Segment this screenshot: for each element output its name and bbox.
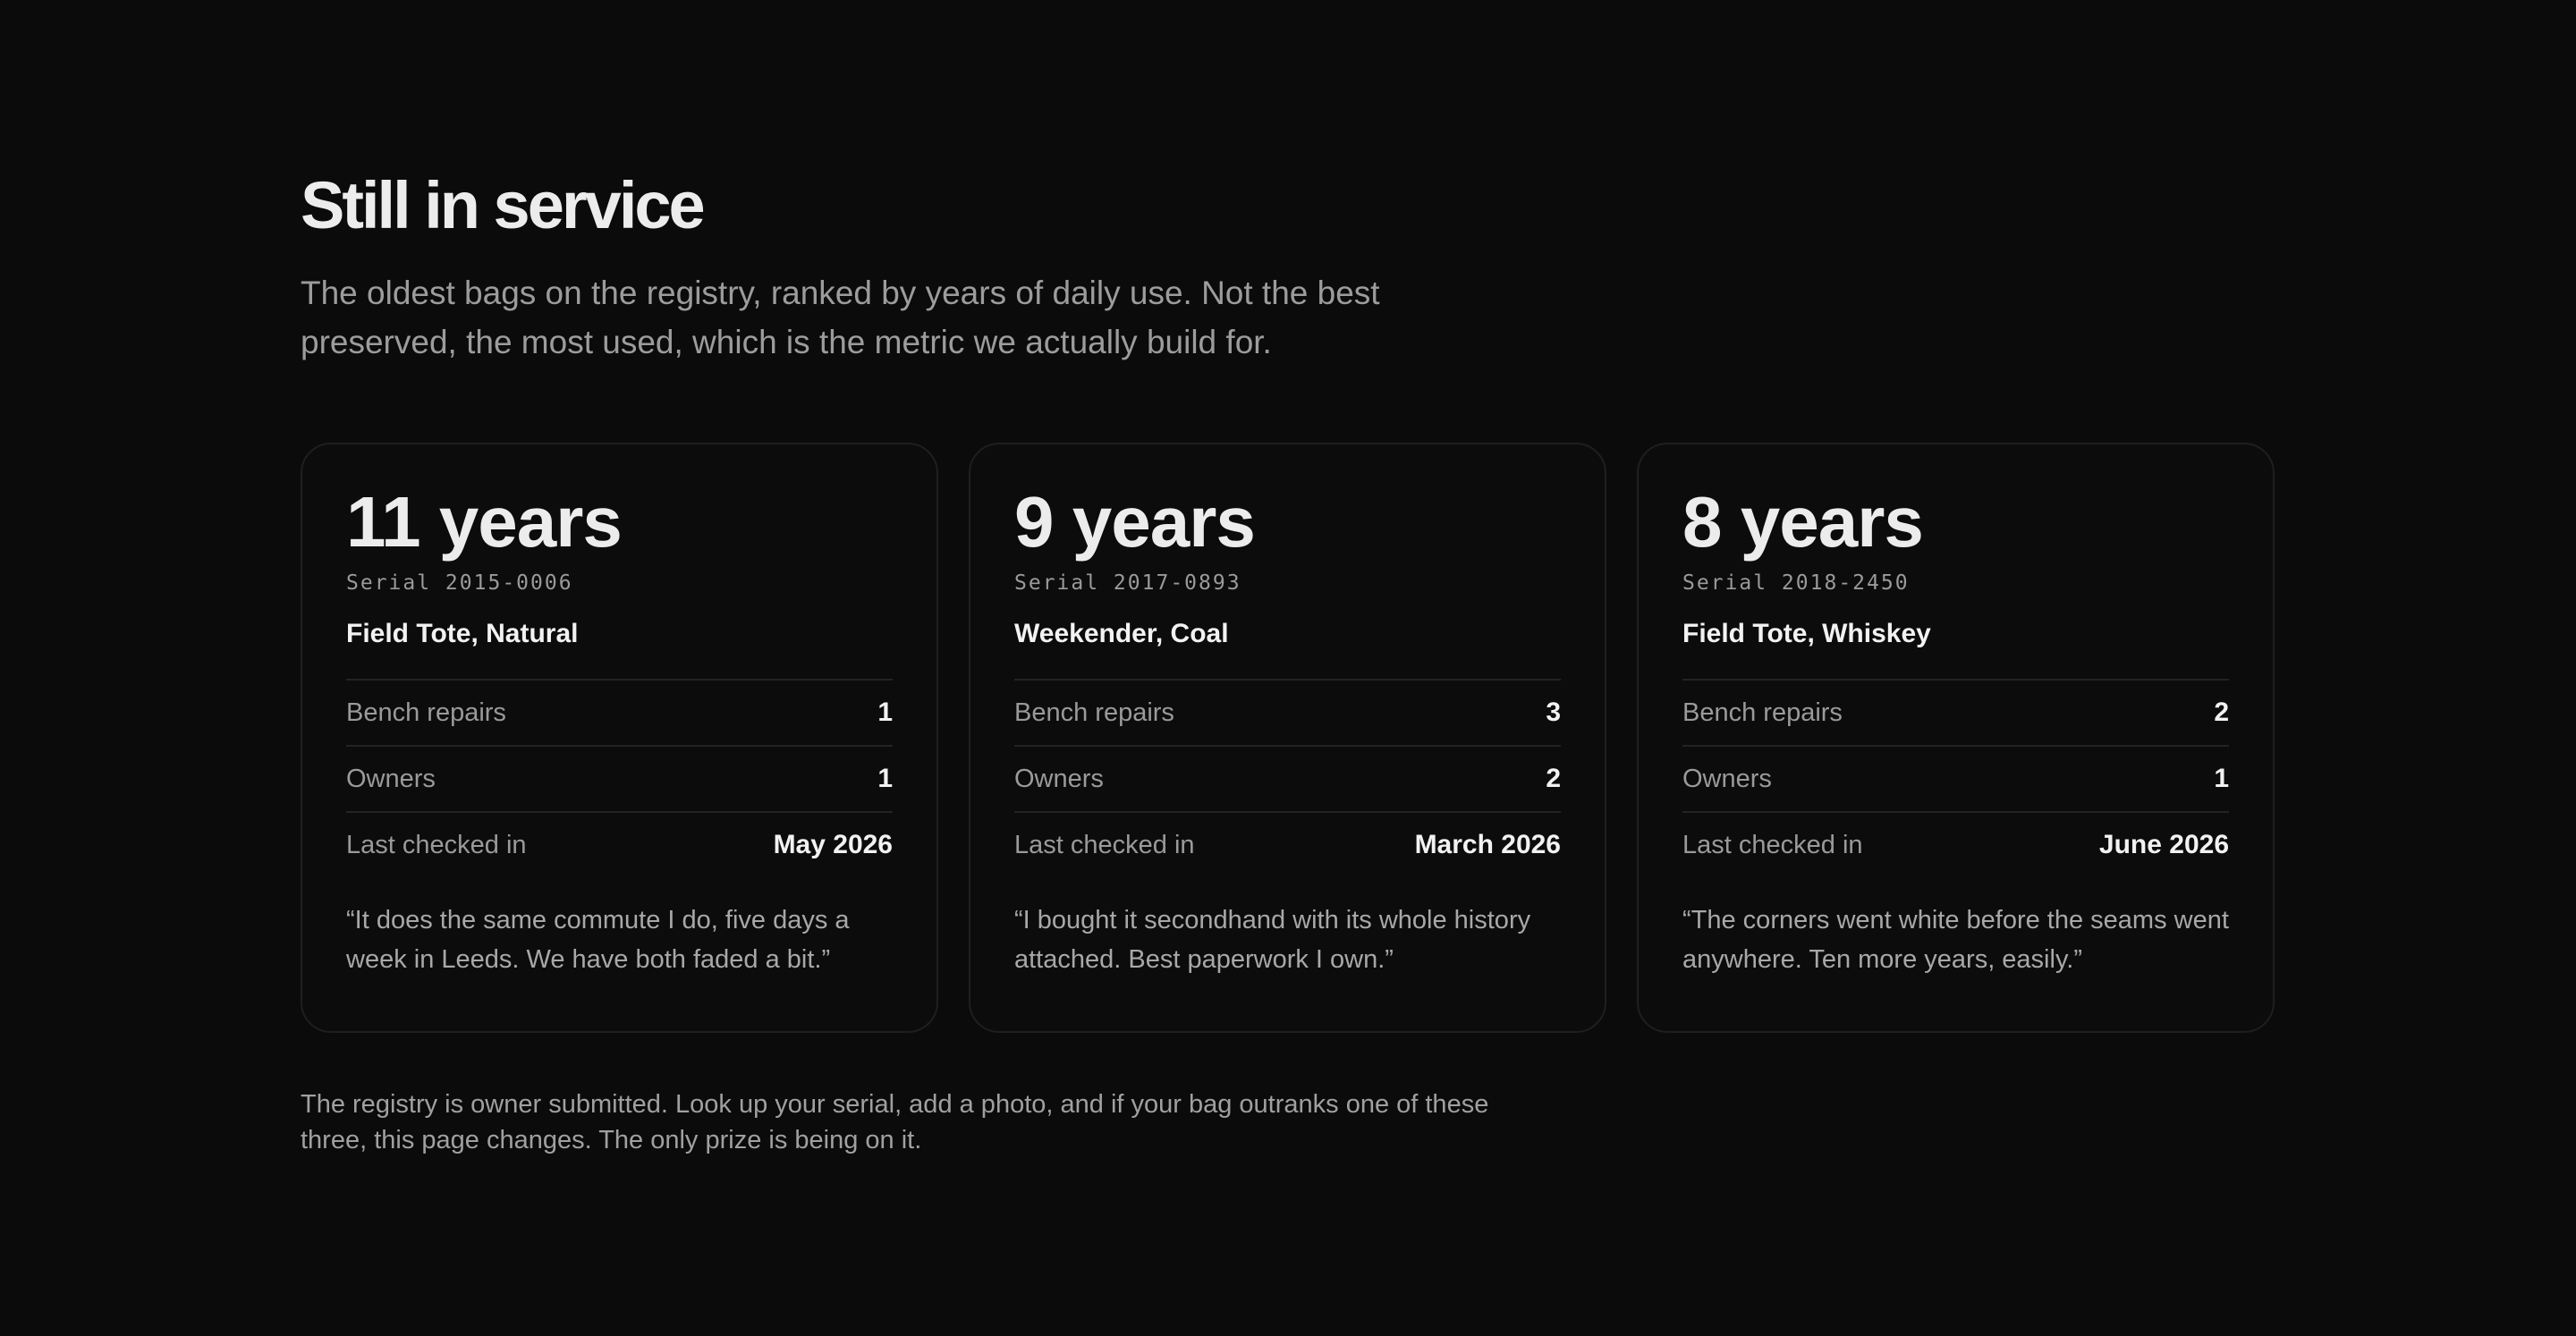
bag-model: Weekender, Coal: [1014, 619, 1229, 648]
stat-label: Bench repairs: [1014, 698, 1174, 727]
section-intro: The oldest bags on the registry, ranked …: [301, 275, 1380, 360]
stats-list: Bench repairs 2 Owners 1 Last checked in…: [1682, 679, 2229, 877]
stat-label: Bench repairs: [1682, 698, 1843, 727]
stat-label: Owners: [1014, 764, 1104, 793]
stat-label: Last checked in: [1682, 830, 1863, 859]
bag-card: 9 years Serial 2017-0893 Weekender, Coal…: [969, 443, 1606, 1033]
stat-label: Owners: [1682, 764, 1772, 793]
page-title: Still in service: [301, 168, 706, 242]
owner-quote: “It does the same commute I do, five day…: [346, 906, 850, 974]
serial-number: Serial 2015-0006: [346, 571, 573, 595]
stat-row-bench-repairs: Bench repairs 3: [1014, 681, 1561, 747]
stat-value: May 2026: [773, 830, 893, 859]
owner-quote: “The corners went white before the seams…: [1682, 906, 2229, 974]
stat-row-last-checked-in: Last checked in March 2026: [1014, 813, 1561, 877]
stat-value: 1: [2214, 764, 2229, 793]
stat-value: 1: [877, 764, 893, 793]
bag-card: 8 years Serial 2018-2450 Field Tote, Whi…: [1637, 443, 2275, 1033]
years-in-service: 9 years: [1014, 482, 1256, 562]
bag-model: Field Tote, Whiskey: [1682, 619, 1931, 648]
registry-footnote: The registry is owner submitted. Look up…: [301, 1090, 1489, 1154]
serial-number: Serial 2018-2450: [1682, 571, 1910, 595]
stat-value: 3: [1546, 698, 1561, 727]
stat-row-owners: Owners 1: [346, 747, 893, 813]
stat-row-last-checked-in: Last checked in May 2026: [346, 813, 893, 877]
years-in-service: 11 years: [346, 482, 623, 562]
stat-label: Owners: [346, 764, 436, 793]
bag-model: Field Tote, Natural: [346, 619, 579, 648]
stats-list: Bench repairs 3 Owners 2 Last checked in…: [1014, 679, 1561, 877]
serial-number: Serial 2017-0893: [1014, 571, 1241, 595]
card-list: 11 years Serial 2015-0006 Field Tote, Na…: [301, 443, 2275, 1033]
stat-value: 2: [1546, 764, 1561, 793]
still-in-service-section: Still in service The oldest bags on the …: [301, 161, 2275, 1154]
bag-card: 11 years Serial 2015-0006 Field Tote, Na…: [301, 443, 938, 1033]
stats-list: Bench repairs 1 Owners 1 Last checked in…: [346, 679, 893, 877]
stat-value: June 2026: [2098, 830, 2229, 859]
stat-value: 1: [877, 698, 893, 727]
stat-row-bench-repairs: Bench repairs 1: [346, 681, 893, 747]
stat-value: March 2026: [1414, 830, 1561, 859]
years-in-service: 8 years: [1682, 482, 1924, 562]
stat-label: Bench repairs: [346, 698, 506, 727]
stat-label: Last checked in: [1014, 830, 1195, 859]
owner-quote: “I bought it secondhand with its whole h…: [1014, 906, 1531, 974]
stat-row-bench-repairs: Bench repairs 2: [1682, 681, 2229, 747]
stat-label: Last checked in: [346, 830, 527, 859]
stat-row-owners: Owners 2: [1014, 747, 1561, 813]
stat-row-owners: Owners 1: [1682, 747, 2229, 813]
stat-value: 2: [2214, 698, 2229, 727]
stat-row-last-checked-in: Last checked in June 2026: [1682, 813, 2229, 877]
